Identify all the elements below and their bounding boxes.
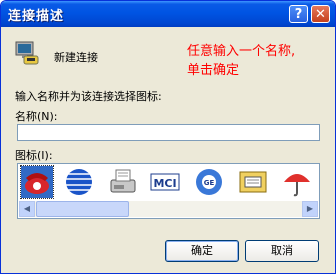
close-button[interactable]: ✕	[311, 5, 330, 23]
scroll-right-button[interactable]: ▶	[302, 201, 318, 217]
red-phone-icon[interactable]	[20, 165, 54, 199]
scroll-left-button[interactable]: ◀	[19, 201, 35, 217]
globe-icon[interactable]	[63, 166, 95, 198]
ok-button[interactable]: 确定	[165, 240, 239, 262]
prompt-text: 输入名称并为该连接选择图标:	[15, 90, 162, 103]
help-button[interactable]: ?	[289, 5, 308, 23]
mci-icon[interactable]: MCI	[149, 166, 181, 198]
scroll-thumb[interactable]	[36, 201, 129, 217]
icon-list[interactable]: MCI GE ◀ ▶	[17, 163, 320, 219]
icon-scrollbar[interactable]: ◀ ▶	[19, 201, 318, 217]
connection-name: 新建连接	[54, 51, 98, 64]
phone-computer-icon	[15, 41, 39, 65]
title-bar[interactable]: 连接描述 ? ✕	[1, 1, 335, 27]
ge-globe-icon[interactable]: GE	[193, 166, 225, 198]
annotation-text: 任意输入一个名称, 单击确定	[187, 42, 295, 80]
svg-text:MCI: MCI	[153, 177, 176, 190]
window-title: 连接描述	[8, 9, 65, 24]
svg-text:GE: GE	[204, 179, 215, 187]
name-label: 名称(N):	[15, 110, 58, 123]
name-field[interactable]	[17, 124, 320, 141]
modem-folder-icon[interactable]	[237, 166, 269, 198]
annotation-line-1: 任意输入一个名称,	[187, 44, 296, 59]
umbrella-icon[interactable]	[281, 166, 313, 198]
cancel-button[interactable]: 取消	[245, 240, 319, 262]
dialog-window: 连接描述 ? ✕ 新建连接 任意输入一个名称, 单击确定 输入名称并为该连接选择…	[0, 0, 336, 274]
dialog-body: 新建连接 任意输入一个名称, 单击确定 输入名称并为该连接选择图标: 名称(N)…	[4, 27, 332, 270]
fax-icon[interactable]	[107, 166, 139, 198]
annotation-line-2: 单击确定	[187, 63, 240, 78]
icon-label: 图标(I):	[15, 149, 53, 162]
